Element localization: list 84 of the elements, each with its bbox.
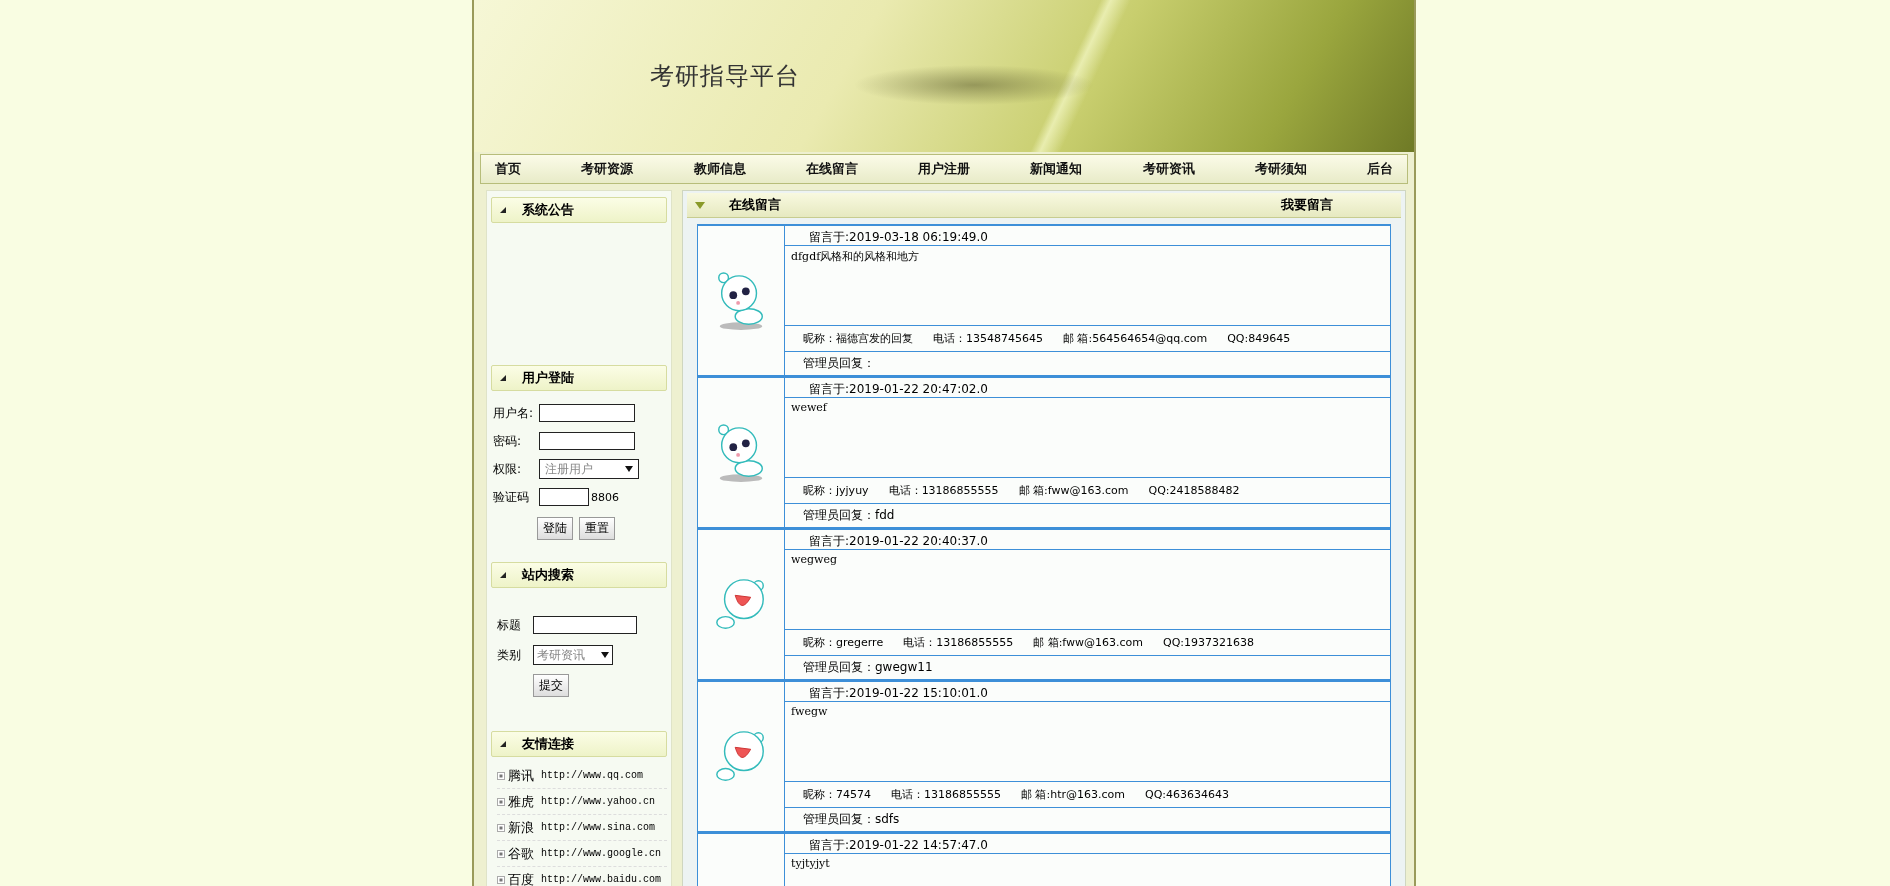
email: 邮 箱:fww@163.com [1033, 635, 1144, 650]
message-content: tyjtyjyt [785, 854, 1390, 886]
admin-reply: 管理员回复：fdd [802, 507, 896, 524]
message-content: fwegw [785, 702, 1390, 782]
admin-reply: 管理员回复：sdfs [802, 811, 901, 828]
field-label: 权限: [493, 460, 523, 478]
triangle-icon [500, 572, 506, 578]
captcha-code: 8806 [591, 490, 619, 504]
section-title: 在线留言 [729, 196, 781, 214]
leave-message-link[interactable]: 我要留言 [1281, 196, 1333, 214]
nickname: 昵称：74574 [803, 787, 871, 802]
link-name: 谷歌 [508, 844, 534, 863]
section-title: 用户登陆 [522, 369, 574, 387]
form-button[interactable]: 重置 [579, 517, 615, 540]
message-time: 留言于:2019-01-22 15:10:01.0 [785, 682, 1390, 702]
field-label: 用户名: [493, 404, 535, 422]
password-field[interactable] [539, 432, 635, 450]
admin-reply: 管理员回复： [802, 355, 876, 372]
bullet-icon [497, 823, 505, 832]
nickname: 昵称：gregerre [803, 635, 884, 650]
email: 邮 箱:564564654@qq.com [1063, 331, 1208, 346]
bullet-icon [497, 797, 505, 806]
phone: 电话：13548745645 [933, 331, 1043, 346]
nav-link[interactable]: 考研资讯 [1142, 160, 1195, 178]
triangle-icon [500, 207, 506, 213]
caret-icon [601, 652, 609, 658]
link-url[interactable]: http://www.google.cn [541, 848, 662, 859]
triangle-icon [500, 375, 506, 381]
nav-link[interactable]: 教师信息 [693, 160, 746, 178]
qq-number: QQ:849645 [1227, 332, 1291, 345]
dropdown[interactable]: 注册用户 [539, 459, 639, 479]
caret-icon [625, 466, 633, 472]
link-url[interactable]: http://www.sina.com [541, 822, 656, 833]
section-title: 友情连接 [522, 735, 574, 753]
message-content: dfgdf风格和的风格和地方 [785, 246, 1390, 326]
qq-number: QQ:463634643 [1145, 788, 1229, 801]
triangle-icon [695, 201, 705, 209]
field-label: 密码: [493, 432, 523, 450]
link-url[interactable]: http://www.yahoo.cn [541, 796, 656, 807]
section-title: 站内搜索 [522, 566, 574, 584]
nickname: 昵称：jyjyuy [803, 483, 869, 498]
email: 邮 箱:fww@163.com [1018, 483, 1129, 498]
field-label: 标题 [497, 616, 522, 634]
nav-link[interactable]: 在线留言 [805, 160, 858, 178]
email: 邮 箱:htr@163.com [1021, 787, 1125, 802]
qq-number: QQ:1937321638 [1163, 636, 1255, 649]
link-name: 新浪 [508, 818, 534, 837]
admin-reply: 管理员回复：gwegw11 [802, 659, 934, 676]
nav-link[interactable]: 后台 [1367, 160, 1393, 178]
dropdown[interactable]: 考研资讯 [533, 645, 613, 665]
link-url[interactable]: http://www.qq.com [541, 770, 644, 781]
message-time: 留言于:2019-03-18 06:19:49.0 [785, 226, 1390, 246]
link-name: 百度 [508, 870, 534, 886]
bullet-icon [497, 875, 505, 884]
message-time: 留言于:2019-01-22 20:47:02.0 [785, 378, 1390, 398]
message-content: wewef [785, 398, 1390, 478]
nav-link[interactable]: 考研资源 [581, 160, 634, 178]
message-time: 留言于:2019-01-22 20:40:37.0 [785, 530, 1390, 550]
field-label: 验证码 [493, 488, 530, 506]
link-name: 腾讯 [508, 766, 534, 785]
submit-button[interactable]: 提交 [533, 674, 569, 697]
link-name: 雅虎 [508, 792, 534, 811]
site-title: 考研指导平台 [650, 61, 800, 92]
title-field[interactable] [533, 616, 637, 634]
text-field[interactable] [539, 404, 635, 422]
triangle-icon [500, 741, 506, 747]
nav-link[interactable]: 首页 [495, 160, 521, 178]
form-button[interactable]: 登陆 [537, 517, 573, 540]
nav-link[interactable]: 新闻通知 [1030, 160, 1083, 178]
nav-link[interactable]: 用户注册 [918, 160, 970, 178]
qq-number: QQ:2418588482 [1148, 484, 1240, 497]
nickname: 昵称：福德宫发的回复 [803, 331, 913, 346]
bullet-icon [497, 849, 505, 858]
message-content: wegweg [785, 550, 1390, 630]
message-time: 留言于:2019-01-22 14:57:47.0 [785, 834, 1390, 854]
phone: 电话：13186855555 [888, 483, 999, 498]
nav-link[interactable]: 考研须知 [1254, 160, 1307, 178]
link-url[interactable]: http://www.baidu.com [541, 874, 662, 885]
bullet-icon [497, 771, 505, 780]
section-title: 系统公告 [522, 201, 574, 219]
captcha-field[interactable] [539, 488, 589, 506]
field-label: 类别 [497, 646, 522, 664]
phone: 电话：13186855555 [891, 787, 1001, 802]
phone: 电话：13186855555 [903, 635, 1014, 650]
